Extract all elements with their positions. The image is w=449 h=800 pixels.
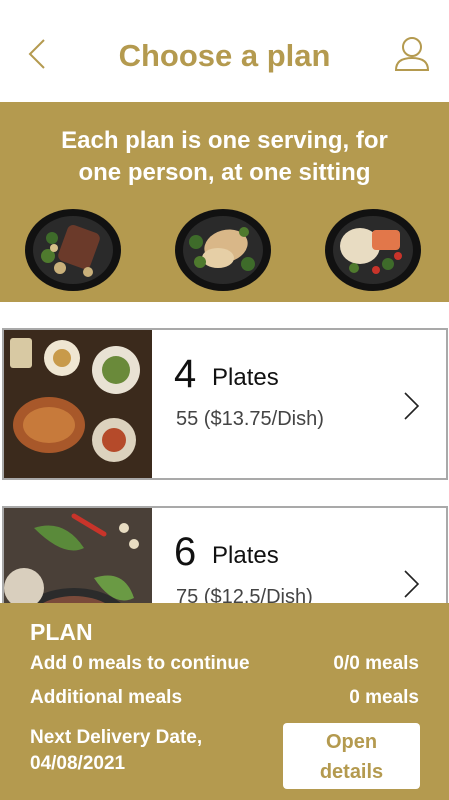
plan-price: 55 ($13.75/Dish) (176, 408, 324, 430)
next-delivery-date: Next Delivery Date, 04/08/2021 (30, 725, 202, 777)
add-meals-value: 0/0 meals (333, 653, 419, 674)
add-meals-label: Add 0 meals to continue (30, 653, 250, 674)
chevron-right-icon (404, 570, 420, 598)
user-icon (394, 37, 430, 71)
steak-plate-image (24, 208, 122, 292)
additional-meals-value: 0 meals (349, 687, 419, 708)
top-bar: Choose a plan (0, 0, 449, 102)
plan-label: Plates (212, 542, 279, 569)
additional-meals-label: Additional meals (30, 687, 183, 708)
info-banner: Each plan is one serving, for one person… (0, 102, 449, 302)
plan-heading: PLAN (30, 619, 93, 645)
open-details-line-1: Open (325, 731, 378, 753)
plan-photo (4, 330, 152, 478)
plan-count: 4 (174, 352, 197, 396)
next-delivery-label: Next Delivery Date, (30, 727, 203, 748)
page-title: Choose a plan (118, 38, 331, 73)
open-details-line-2: details (319, 761, 384, 783)
chevron-right-icon (404, 392, 420, 420)
banner-line-2: one person, at one sitting (78, 159, 371, 186)
plan-count: 6 (174, 530, 197, 574)
banner-line-1: Each plan is one serving, for (61, 127, 388, 154)
salmon-rice-plate-image (324, 208, 422, 292)
plan-summary-panel: PLAN Add 0 meals to continue 0/0 meals A… (0, 603, 449, 800)
profile-button[interactable] (392, 34, 432, 74)
chicken-plate-image (174, 208, 272, 292)
open-details-button[interactable]: Open details (283, 723, 420, 789)
next-delivery-value: 04/08/2021 (30, 753, 126, 774)
plan-label: Plates (212, 364, 279, 391)
plan-card-4-plates[interactable]: 4 Plates 55 ($13.75/Dish) (2, 328, 448, 480)
banner-text: Each plan is one serving, for one person… (20, 125, 429, 189)
